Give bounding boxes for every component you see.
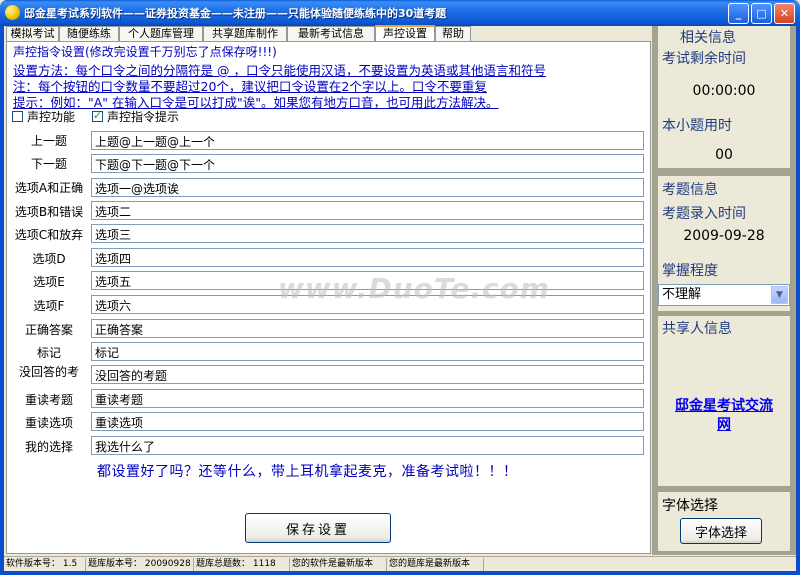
prev-question-input[interactable]: 上题@上一题@上一个 [91, 131, 644, 150]
close-button[interactable]: ✕ [774, 3, 795, 24]
mastery-select[interactable]: 不理解 ▼ [658, 284, 790, 306]
tab-personal-bank[interactable]: 个人题库管理 [119, 26, 203, 42]
font-select-title: 字体选择 [662, 498, 718, 514]
option-d-input[interactable]: 选项四 [91, 248, 644, 267]
info-sidebar: 相关信息 考试剩余时间 00:00:00 本小题用时 00 考题信息 考题录入时… [652, 26, 796, 555]
minimize-button[interactable]: _ [728, 3, 749, 24]
row-label-my-choice: 我的选择 [24, 440, 73, 454]
status-db-version: 题库版本号： 20090928 [86, 558, 194, 571]
maximize-button[interactable]: □ [751, 3, 772, 24]
my-choice-input[interactable]: 我选什么了 [91, 436, 644, 455]
window-frame-bottom [0, 571, 800, 575]
voice-function-label: 声控功能 [27, 110, 76, 124]
option-a-input[interactable]: 选项一@选项诶 [91, 178, 644, 197]
option-c-input[interactable]: 选项三 [91, 224, 644, 243]
mark-input[interactable]: 标记 [91, 342, 644, 361]
status-software-latest: 您的软件是最新版本 [290, 558, 387, 571]
window-frame-right [796, 26, 800, 575]
voice-hint-label: 声控指令提示 [107, 110, 180, 124]
voice-function-checkbox[interactable]: 声控功能 [12, 108, 76, 124]
option-b-input[interactable]: 选项二 [91, 201, 644, 220]
unanswered-input[interactable]: 没回答的考题 [91, 365, 644, 384]
row-label-option-a: 选项A和正确 [14, 181, 84, 195]
status-db-latest: 您的题库是最新版本 [387, 558, 484, 571]
status-total-questions: 题库总题数： 1118 [194, 558, 290, 571]
voice-hint-checkbox[interactable]: 声控指令提示 [92, 108, 180, 124]
status-software-version: 软件版本号： 1.5 [4, 558, 86, 571]
mastery-selected-value: 不理解 [662, 287, 702, 302]
watermark: www.DuoTe.com [278, 272, 550, 305]
row-label-unanswered: 没回答的考 [18, 365, 79, 379]
row-label-mark: 标记 [36, 346, 61, 360]
sharer-info-title: 共享人信息 [662, 321, 732, 337]
app-icon [5, 5, 20, 20]
status-bar: 软件版本号： 1.5 题库版本号： 20090928 题库总题数： 1118 您… [4, 556, 796, 571]
exam-community-link-line2: 网 [717, 417, 731, 433]
panel-header-note: 声控指令设置(修改完设置千万别忘了点保存呀!!!) [13, 45, 277, 59]
question-info-title: 考题信息 [662, 182, 718, 198]
exam-community-link-line1: 邸金星考试交流 [675, 398, 773, 414]
checkbox-unchecked-icon [12, 111, 23, 122]
font-select-button[interactable]: 字体选择 [680, 518, 762, 544]
tab-practice[interactable]: 随便练练 [59, 26, 119, 42]
question-time-title: 本小题用时 [662, 118, 732, 134]
row-label-correct-answer: 正确答案 [24, 323, 73, 337]
time-left-title: 考试剩余时间 [662, 51, 746, 67]
question-time-value: 00 [715, 147, 733, 163]
checkbox-checked-icon [92, 109, 103, 122]
row-label-reread-options: 重读选项 [24, 416, 73, 430]
window-frame-left [0, 26, 4, 575]
row-label-next-question: 下一题 [30, 157, 67, 171]
entry-time-value: 2009-09-28 [683, 228, 765, 244]
row-label-reread-question: 重读考题 [24, 393, 73, 407]
tab-mock-exam[interactable]: 模拟考试 [6, 26, 59, 42]
reread-options-input[interactable]: 重读选项 [91, 412, 644, 431]
correct-answer-input[interactable]: 正确答案 [91, 319, 644, 338]
exam-community-link[interactable]: 邸金星考试交流 网 [658, 397, 790, 435]
title-bar[interactable]: 邸金星考试系列软件——证券投资基金——未注册——只能体验随便练练中的30道考题 … [0, 0, 800, 26]
slogan-text: 都设置好了吗？还等什么，带上耳机拿起麦克，准备考试啦！！！ [97, 464, 518, 480]
time-left-value: 00:00:00 [692, 83, 756, 99]
tab-latest-exam-info[interactable]: 最新考试信息 [287, 26, 375, 42]
next-question-input[interactable]: 下题@下一题@下一个 [91, 154, 644, 173]
instruction-line-3: 提示：例如："A" 在输入口令是可以打成"诶"。如果您有地方口音，也可用此方法解… [13, 95, 499, 110]
save-button[interactable]: 保存设置 [245, 513, 391, 543]
row-label-prev-question: 上一题 [30, 134, 67, 148]
window-title: 邸金星考试系列软件——证券投资基金——未注册——只能体验随便练练中的30道考题 [24, 7, 447, 20]
related-info-title: 相关信息 [680, 30, 736, 46]
row-label-option-c: 选项C和放弃 [14, 228, 84, 242]
chevron-down-icon[interactable]: ▼ [771, 286, 788, 304]
tab-help[interactable]: 帮助 [435, 26, 471, 42]
entry-time-title: 考题录入时间 [662, 206, 746, 222]
row-label-option-e: 选项E [33, 275, 65, 289]
row-label-option-f: 选项F [33, 299, 65, 313]
reread-question-input[interactable]: 重读考题 [91, 389, 644, 408]
tab-shared-bank[interactable]: 共享题库制作 [203, 26, 287, 42]
mastery-title: 掌握程度 [662, 263, 718, 279]
row-label-option-b: 选项B和错误 [14, 205, 84, 219]
row-label-option-d: 选项D [32, 252, 66, 266]
